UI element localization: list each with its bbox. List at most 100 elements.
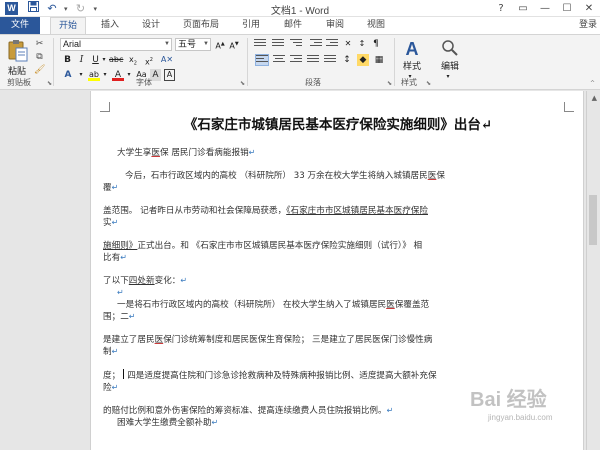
group-divider: [394, 38, 395, 86]
highlight-dropdown-icon[interactable]: ▾: [102, 69, 108, 81]
title-bar: W ↶ ▾ ↻ ▾ 文档1 - Word ? ▭ — ☐ ✕: [0, 0, 600, 17]
close-icon[interactable]: ✕: [578, 0, 600, 17]
distributed-icon[interactable]: [324, 55, 336, 65]
scroll-up-icon[interactable]: ▲: [592, 94, 597, 102]
font-launcher-icon[interactable]: ⬊: [240, 80, 245, 87]
chinese-layout-icon[interactable]: ✕: [342, 38, 354, 50]
copy-icon[interactable]: ⧉: [34, 52, 45, 62]
bold-icon[interactable]: B: [62, 54, 73, 66]
line-spacing-icon[interactable]: ↕: [341, 54, 353, 66]
styles-launcher-icon[interactable]: ⬊: [426, 80, 431, 87]
font-size-combo[interactable]: 五号 ▼: [175, 38, 211, 51]
align-left-icon[interactable]: [255, 54, 269, 66]
paragraph-launcher-icon[interactable]: ⬊: [387, 80, 392, 87]
character-border-icon[interactable]: A: [164, 69, 175, 81]
document-heading: 《石家庄市城镇居民基本医疗保险实施细则》出台↵: [183, 117, 493, 133]
scroll-thumb[interactable]: [589, 195, 597, 245]
grow-font-icon[interactable]: A▲: [214, 38, 226, 51]
ribbon-home: 粘贴 ✂ ⧉ 🖌 剪贴板 ⬊ Arial ▼ 五号 ▼ A▲ A▼ B I U …: [0, 34, 600, 90]
tab-file[interactable]: 文件: [0, 17, 40, 34]
ribbon-tabs: 文件 开始 插入 设计 页面布局 引用 邮件 审阅 视图 登录: [0, 17, 600, 34]
paragraph-line: 制↵: [103, 347, 119, 357]
window-controls: ? ▭ — ☐ ✕: [490, 0, 600, 17]
clipboard-launcher-icon[interactable]: ⬊: [47, 80, 52, 87]
clear-formatting-icon[interactable]: A✕: [160, 54, 174, 66]
cut-icon[interactable]: ✂: [34, 39, 45, 49]
text-effects-dropdown-icon[interactable]: ▾: [78, 69, 84, 81]
align-center-icon[interactable]: [273, 55, 285, 65]
tab-references[interactable]: 引用: [236, 17, 266, 34]
chevron-down-icon[interactable]: ▼: [164, 39, 170, 50]
paragraph-line: 大学生享医保 居民门诊看病能报销↵: [117, 148, 256, 158]
paste-icon[interactable]: [7, 39, 29, 62]
baidu-jingyan-watermark: Bai 经验 jingyan.baidu.com: [470, 383, 585, 431]
paragraph-line: 比有↵: [103, 253, 127, 263]
tab-insert[interactable]: 插入: [95, 17, 125, 34]
group-divider: [247, 38, 248, 86]
show-formatting-icon[interactable]: ¶: [370, 38, 382, 50]
decrease-indent-icon[interactable]: [310, 39, 322, 49]
paragraph-line: 是建立了居民医保门诊统筹制度和居民医保生育保险； 三是建立了居民医保门诊慢性病: [103, 335, 433, 345]
sign-in-link[interactable]: 登录: [579, 17, 597, 34]
margin-corner-mark: [564, 102, 574, 112]
text-cursor: [123, 369, 125, 379]
paragraph-group-label: 段落: [305, 78, 321, 87]
shrink-font-icon[interactable]: A▼: [228, 38, 240, 51]
paragraph-line: 今后，石市行政区域内的高校 （科研院所） 33 万余在校大学生将纳入城镇居民医保: [125, 171, 445, 181]
text-effects-icon[interactable]: A: [62, 69, 74, 81]
borders-icon[interactable]: ▦: [373, 54, 385, 66]
tab-view[interactable]: 视图: [361, 17, 391, 34]
vertical-scrollbar[interactable]: [586, 91, 600, 450]
minimize-icon[interactable]: —: [534, 0, 556, 17]
ribbon-display-icon[interactable]: ▭: [512, 0, 534, 17]
left-margin-area: [0, 91, 90, 450]
superscript-icon[interactable]: x2: [143, 54, 155, 67]
numbering-icon[interactable]: [272, 39, 284, 49]
chevron-down-icon[interactable]: ▼: [203, 39, 209, 50]
document-body[interactable]: 《石家庄市城镇居民基本医疗保险实施细则》出台↵ 大学生享医保 居民门诊看病能报销…: [103, 113, 573, 429]
highlight-color-icon[interactable]: ab: [88, 69, 100, 81]
paragraph-line: 一是将石市行政区域内的高校（科研院所） 在校大学生纳入了城镇居民医保覆盖范: [117, 300, 430, 310]
underline-icon[interactable]: U: [90, 54, 101, 66]
font-size-value: 五号: [178, 39, 197, 49]
styles-group-label: 样式: [401, 78, 417, 87]
tab-mailings[interactable]: 邮件: [278, 17, 308, 34]
sort-icon[interactable]: ↕: [356, 38, 368, 50]
editing-dropdown-icon[interactable]: ▾: [443, 71, 453, 83]
strikethrough-icon[interactable]: abc: [109, 54, 123, 66]
justify-icon[interactable]: [307, 55, 319, 65]
font-color-dropdown-icon[interactable]: ▾: [126, 69, 132, 81]
paragraph-line: ↵: [117, 288, 124, 297]
margin-corner-mark: [100, 102, 110, 112]
watermark-logo: Bai 经验: [470, 389, 547, 411]
paragraph-mark-icon: ↵: [480, 117, 493, 133]
bullets-icon[interactable]: [254, 39, 266, 49]
clipboard-group-label: 剪贴板: [7, 78, 31, 87]
paragraph-line: 盖范围。 记者昨日从市劳动和社会保障局获悉，《石家庄市市区城镇居民基本医疗保险: [103, 206, 428, 216]
increase-indent-icon[interactable]: [326, 39, 338, 49]
tab-home[interactable]: 开始: [50, 17, 86, 34]
collapse-ribbon-icon[interactable]: ^: [590, 80, 595, 87]
multilevel-list-icon[interactable]: [290, 39, 302, 49]
tab-design[interactable]: 设计: [136, 17, 166, 34]
font-name-combo[interactable]: Arial ▼: [60, 38, 172, 51]
maximize-icon[interactable]: ☐: [556, 0, 578, 17]
styles-icon[interactable]: A: [400, 39, 424, 60]
paragraph-line: 了以下四处新变化：↵: [103, 276, 188, 286]
font-group-label: 字体: [136, 78, 152, 87]
help-icon[interactable]: ?: [490, 0, 512, 17]
paragraph-line: 实↵: [103, 218, 119, 228]
shading-icon[interactable]: ◆: [357, 54, 369, 66]
underline-dropdown-icon[interactable]: ▾: [101, 54, 107, 66]
group-divider: [53, 38, 54, 86]
tab-review[interactable]: 审阅: [320, 17, 350, 34]
paste-button-label[interactable]: 粘贴: [8, 64, 26, 77]
find-icon[interactable]: [438, 39, 462, 60]
align-right-icon[interactable]: [290, 55, 302, 65]
font-color-icon[interactable]: A: [112, 69, 124, 81]
subscript-icon[interactable]: x2: [127, 54, 139, 67]
tab-page-layout[interactable]: 页面布局: [176, 17, 226, 34]
paragraph-line: 度； 四是适度提高住院和门诊急诊抢救病种及特殊病种报销比例、适度提高大额补充保: [103, 369, 437, 381]
format-painter-icon[interactable]: 🖌: [34, 65, 45, 75]
italic-icon[interactable]: I: [76, 54, 87, 66]
